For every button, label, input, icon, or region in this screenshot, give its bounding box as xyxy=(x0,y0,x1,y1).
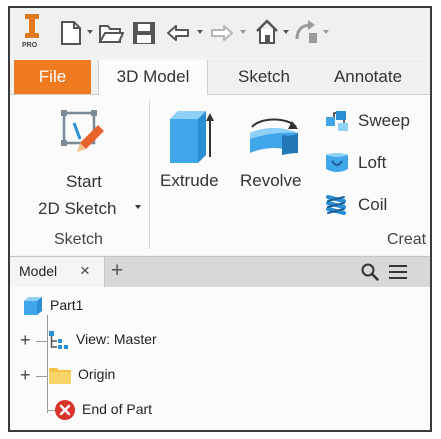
tree-item-part1[interactable]: Part1 xyxy=(22,295,222,317)
browser-header: Model × + xyxy=(10,256,430,288)
home-icon[interactable] xyxy=(255,19,279,45)
return-dropdown-icon[interactable] xyxy=(323,30,329,34)
model-tab-label: Model xyxy=(19,263,58,279)
extrude-label: Extrude xyxy=(160,171,219,190)
app-window: PRO File 3D Model Sketch Annotate Start … xyxy=(8,6,432,432)
coil-button[interactable]: Coil xyxy=(324,193,387,217)
ribbon-tabs: File 3D Model Sketch Annotate xyxy=(10,60,430,95)
hamburger-menu-icon[interactable] xyxy=(389,264,407,285)
revolve-icon xyxy=(246,109,302,168)
tree-item-label: Part1 xyxy=(50,297,84,313)
tab-sketch[interactable]: Sketch xyxy=(224,60,304,94)
tree-item-label: Origin xyxy=(78,366,116,382)
expand-origin-icon[interactable]: + xyxy=(20,366,31,384)
add-tab-icon[interactable]: + xyxy=(111,259,123,283)
undo-icon[interactable] xyxy=(166,24,192,42)
ribbon-panel: Start 2D Sketch Sketch Extrude Revolve S… xyxy=(10,95,430,255)
edition-label: PRO xyxy=(22,42,38,49)
tree-connector xyxy=(36,376,48,377)
panel-divider xyxy=(149,99,150,249)
app-logo-icon[interactable] xyxy=(22,14,42,42)
tab-model[interactable]: Model × xyxy=(10,257,105,287)
sweep-label: Sweep xyxy=(358,111,410,130)
start-sketch-label-line2: 2D Sketch xyxy=(38,199,117,218)
view-representation-icon xyxy=(49,331,68,349)
create-panel-label: Creat xyxy=(387,231,427,248)
start-sketch-label-line1: Start xyxy=(66,172,102,191)
extrude-button[interactable]: Extrude xyxy=(160,101,232,201)
tree-item-label: View: Master xyxy=(76,331,157,347)
sweep-button[interactable]: Sweep xyxy=(324,109,410,133)
part-icon xyxy=(24,297,42,315)
model-browser-tree: Part1 + View: Master + Origin End of Par… xyxy=(10,287,430,430)
coil-icon xyxy=(326,195,346,215)
revolve-label: Revolve xyxy=(240,171,302,190)
folder-icon xyxy=(49,368,71,384)
loft-icon xyxy=(326,153,348,172)
tab-file[interactable]: File xyxy=(14,60,91,94)
tree-connector xyxy=(36,341,48,342)
tree-item-view-master[interactable]: View: Master xyxy=(48,329,248,351)
start-sketch-dropdown-icon[interactable] xyxy=(135,205,141,209)
home-dropdown-icon[interactable] xyxy=(283,30,289,34)
sketch-panel-label: Sketch xyxy=(54,231,103,248)
tree-item-origin[interactable]: Origin xyxy=(48,364,248,386)
save-icon[interactable] xyxy=(132,21,156,45)
coil-label: Coil xyxy=(358,195,388,214)
loft-label: Loft xyxy=(358,153,387,172)
sketch-pencil-icon xyxy=(60,109,106,160)
quick-access-toolbar: PRO xyxy=(10,8,430,58)
tab-3d-model[interactable]: 3D Model xyxy=(98,60,208,95)
return-icon[interactable] xyxy=(293,19,319,45)
expand-view-icon[interactable]: + xyxy=(20,331,31,349)
loft-button[interactable]: Loft xyxy=(324,151,386,175)
end-of-part-icon xyxy=(55,400,75,420)
tab-annotate[interactable]: Annotate xyxy=(318,60,418,94)
new-dropdown-icon[interactable] xyxy=(87,30,93,34)
undo-dropdown-icon[interactable] xyxy=(197,30,203,34)
search-icon[interactable] xyxy=(361,263,379,286)
sweep-icon xyxy=(326,111,348,131)
revolve-button[interactable]: Revolve xyxy=(236,101,312,201)
open-folder-icon[interactable] xyxy=(98,22,124,44)
close-icon[interactable]: × xyxy=(80,261,90,281)
tree-item-end-of-part[interactable]: End of Part xyxy=(54,399,254,421)
tree-item-label: End of Part xyxy=(82,401,153,417)
new-file-icon[interactable] xyxy=(60,20,82,46)
extrude-icon xyxy=(166,107,216,170)
redo-icon[interactable] xyxy=(208,24,234,42)
start-2d-sketch-button[interactable]: Start 2D Sketch xyxy=(30,103,145,223)
redo-dropdown-icon[interactable] xyxy=(240,30,246,34)
